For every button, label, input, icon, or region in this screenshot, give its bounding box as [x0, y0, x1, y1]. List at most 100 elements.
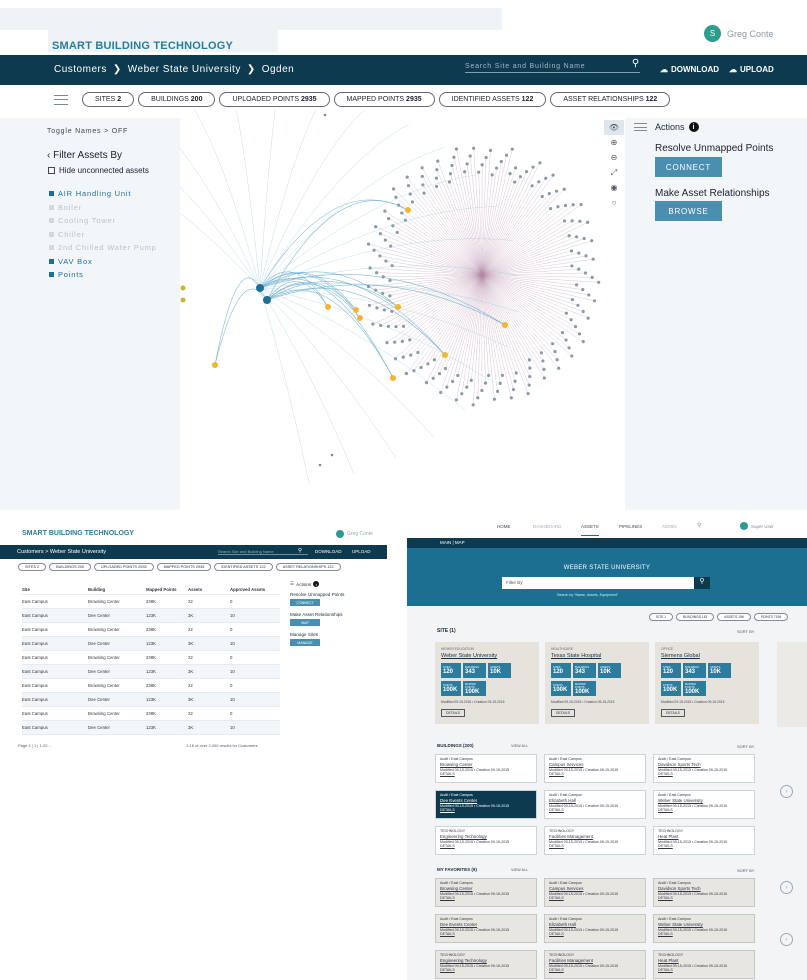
site-card[interactable]: HEALTHCARE Texas State Hospital SITES 120 BU… — [545, 642, 649, 724]
graph-point-node[interactable] — [436, 159, 440, 163]
graph-point-node[interactable] — [567, 234, 571, 238]
column-header[interactable]: Approved Assets — [230, 587, 270, 592]
graph-point-node[interactable] — [555, 189, 559, 193]
graph-point-node[interactable] — [511, 387, 516, 392]
graph-point-node[interactable] — [570, 219, 574, 223]
graph-point-node[interactable] — [378, 232, 382, 236]
table-row[interactable]: East Campus Dee Center 123K 3K 10 — [22, 609, 280, 623]
graph-point-node[interactable] — [494, 166, 499, 170]
graph-point-node[interactable] — [510, 147, 514, 151]
graph-point-node[interactable] — [400, 339, 404, 343]
column-header[interactable]: Assets — [188, 587, 230, 592]
graph-point-node[interactable] — [450, 163, 454, 168]
details-link[interactable]: DETAILS — [440, 772, 532, 776]
graph-point-node[interactable] — [406, 184, 411, 188]
graph-point-node[interactable] — [581, 288, 585, 292]
table-row[interactable]: East Campus Browsing Center 238K 22 0 — [22, 623, 280, 637]
building-card[interactable]: Audit / East Campus Dee Events Center Modi… — [435, 790, 537, 819]
building-name[interactable]: Browsing Center — [440, 762, 532, 767]
building-name[interactable]: Heat Plant — [658, 958, 750, 963]
graph-point-node[interactable] — [526, 392, 530, 396]
graph-point-node[interactable] — [556, 205, 560, 209]
favorite-card[interactable]: Audit / East Campus Campus Services Modifi… — [544, 878, 646, 907]
breadcrumb-customers[interactable]: Customers — [17, 549, 44, 555]
filter-input[interactable]: Filter By — [502, 577, 694, 589]
zoom-in-icon[interactable]: ⊕ — [604, 135, 624, 150]
search-icon[interactable]: ⚲ — [298, 548, 302, 554]
graph-point-node[interactable] — [537, 180, 541, 184]
expand-icon[interactable]: ⤢ — [604, 165, 624, 180]
graph-point-node[interactable] — [480, 163, 484, 167]
graph-point-node[interactable] — [528, 366, 532, 370]
graph-point-node[interactable] — [405, 175, 409, 179]
graph-point-node[interactable] — [577, 267, 581, 271]
graph-point-node[interactable] — [542, 367, 546, 371]
details-link[interactable]: DETAILS — [549, 808, 641, 812]
graph-point-node[interactable] — [590, 275, 594, 279]
filter-points[interactable]: Points — [49, 268, 157, 282]
graph-vav-node[interactable] — [325, 304, 331, 310]
building-name[interactable]: Campus Services — [549, 886, 641, 891]
pill-sites[interactable]: SITES 2 — [82, 92, 135, 107]
graph-point-node[interactable] — [570, 264, 574, 268]
details-link[interactable]: DETAILS — [440, 844, 532, 848]
building-name[interactable]: Dee Events Center — [440, 798, 532, 803]
graph-point-node[interactable] — [318, 463, 322, 467]
column-header[interactable]: Building — [88, 587, 146, 592]
next-icon[interactable]: › — [780, 933, 793, 946]
graph-point-node[interactable] — [567, 346, 571, 350]
graph-point-node[interactable] — [367, 303, 371, 307]
pill-site[interactable]: SITE 1 — [649, 613, 674, 621]
graph-point-node[interactable] — [590, 239, 594, 243]
asset-relationship-graph[interactable] — [180, 110, 625, 510]
graph-point-node[interactable] — [387, 217, 391, 221]
site-card[interactable]: HIGHER EDUCATION Weber State University SI… — [435, 642, 539, 724]
graph-point-node[interactable] — [574, 235, 579, 239]
graph-point-node[interactable] — [564, 311, 568, 315]
search-icon[interactable]: ⚲ — [697, 522, 701, 529]
graph-point-node[interactable] — [499, 159, 503, 164]
graph-point-node[interactable] — [456, 373, 460, 378]
building-name[interactable]: Engineering Technology — [440, 958, 532, 963]
graph-point-node[interactable] — [592, 299, 597, 303]
details-link[interactable]: DETAILS — [658, 772, 750, 776]
favorite-card[interactable]: TECHNOLOGY Heat Plant Modified 09-15-2015 … — [653, 950, 755, 979]
graph-point-node[interactable] — [426, 362, 430, 366]
building-name[interactable]: Elizabeth Hall — [549, 798, 641, 803]
graph-point-node[interactable] — [587, 293, 591, 297]
building-card[interactable]: Audit / East Campus Davidson Sports Tech M… — [653, 754, 755, 783]
graph-point-node[interactable] — [577, 251, 581, 255]
table-row[interactable]: East Campus Dee Center 123K 3K 10 — [22, 693, 280, 707]
graph-vav-node[interactable] — [442, 352, 448, 358]
graph-point-node[interactable] — [500, 373, 504, 378]
graph-point-node[interactable] — [583, 271, 588, 275]
graph-point-node[interactable] — [586, 220, 590, 224]
graph-point-node[interactable] — [395, 230, 399, 235]
graph-vav-node[interactable] — [212, 362, 218, 368]
graph-vav-node[interactable] — [502, 322, 508, 328]
reset-icon[interactable]: ○ — [604, 195, 624, 210]
graph-point-node[interactable] — [562, 187, 566, 191]
graph-point-node[interactable] — [581, 340, 585, 344]
nav-dashboard[interactable]: DASHBOARD — [533, 524, 562, 529]
user-menu[interactable]: S Greg Conte — [704, 25, 774, 42]
graph-point-node[interactable] — [432, 358, 436, 362]
graph-point-node[interactable] — [586, 316, 590, 320]
graph-point-node[interactable] — [514, 166, 518, 170]
avatar[interactable] — [740, 522, 748, 530]
graph-point-node[interactable] — [579, 202, 583, 207]
graph-point-node[interactable] — [569, 318, 573, 322]
graph-point-node[interactable] — [460, 392, 464, 396]
graph-point-node[interactable] — [573, 325, 578, 329]
sort-by[interactable]: SORT BY — [737, 744, 754, 749]
graph-point-node[interactable] — [569, 249, 574, 253]
building-name[interactable]: Facilities Management — [549, 958, 641, 963]
hide-unconnected-checkbox[interactable]: Hide unconnected assets — [48, 166, 149, 175]
menu-icon[interactable]: ☰ — [290, 581, 294, 587]
nav-assets[interactable]: ASSETS — [581, 524, 599, 536]
graph-point-node[interactable] — [492, 397, 496, 401]
graph-point-node[interactable] — [564, 338, 568, 342]
graph-point-node[interactable] — [562, 219, 567, 223]
graph-point-node[interactable] — [379, 323, 383, 328]
filter-chilled-water-pump[interactable]: 2nd Chilled Water Pump — [49, 241, 157, 255]
